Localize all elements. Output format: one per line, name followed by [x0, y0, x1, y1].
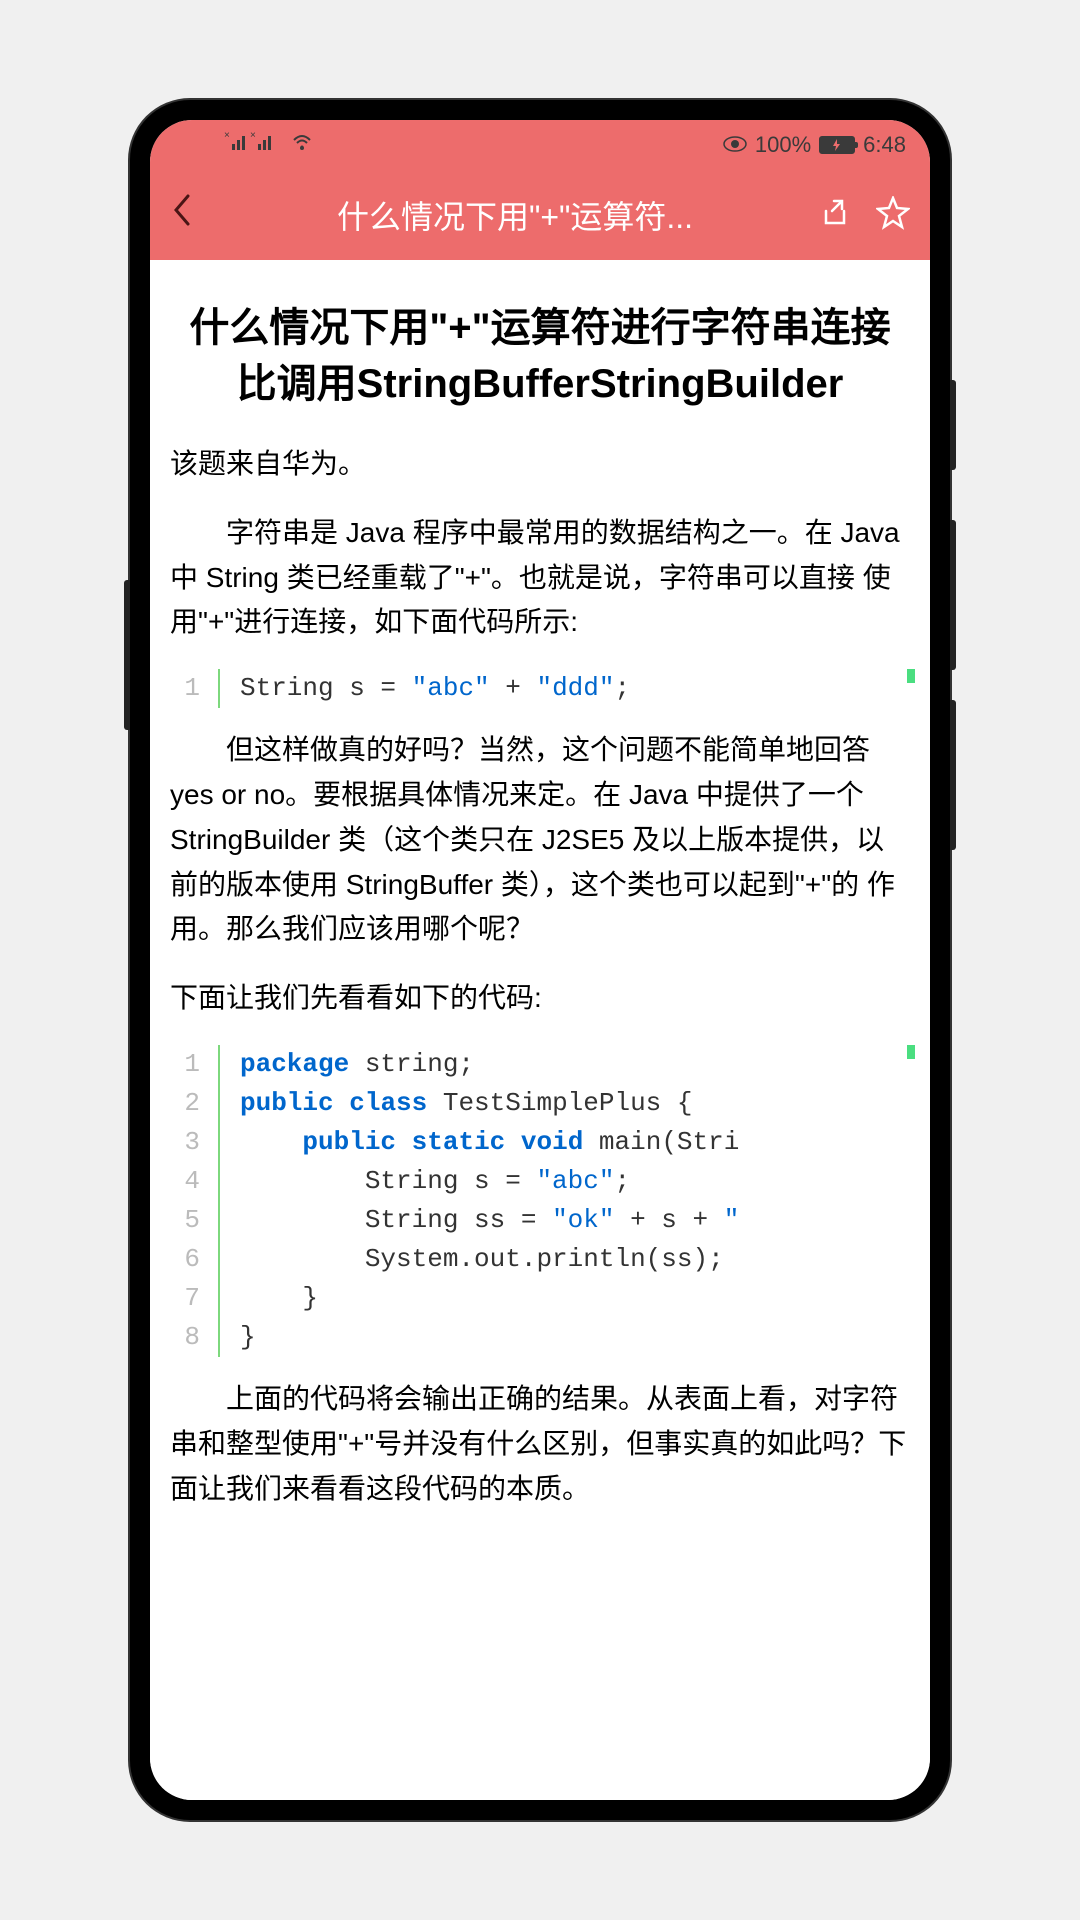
article-paragraph: 字符串是 Java 程序中最常用的数据结构之一。在 Java 中 String …: [170, 511, 910, 645]
article-source: 该题来自华为。: [170, 442, 910, 487]
time-text: 6:48: [863, 132, 906, 158]
line-numbers: 1 2 3 4 5 6 7 8: [170, 1045, 220, 1357]
code-content: package string; public class TestSimpleP…: [220, 1045, 739, 1357]
line-numbers: 1: [170, 669, 220, 708]
app-header: 什么情况下用"+"运算符...: [150, 170, 930, 260]
article-title: 什么情况下用"+"运算符进行字符串连接比调用StringBufferString…: [170, 300, 910, 412]
phone-side-button: [950, 380, 956, 470]
code-marker-icon: [907, 669, 915, 683]
header-title: 什么情况下用"+"运算符...: [210, 192, 820, 238]
article-paragraph: 但这样做真的好吗？当然，这个问题不能简单地回答 yes or no。要根据具体情…: [170, 728, 910, 952]
content-area[interactable]: 什么情况下用"+"运算符进行字符串连接比调用StringBufferString…: [150, 260, 930, 1800]
code-marker-icon: [907, 1045, 915, 1059]
header-actions: [820, 196, 910, 235]
code-content: String s = "abc" + "ddd";: [220, 669, 630, 708]
share-icon[interactable]: [820, 197, 852, 234]
back-button[interactable]: [170, 192, 210, 238]
status-bar: × ×: [150, 120, 930, 170]
signal-icon: × ×: [224, 130, 284, 160]
code-block-1: 1 String s = "abc" + "ddd";: [170, 669, 910, 708]
eye-icon: [723, 132, 747, 158]
battery-percent: 100%: [755, 132, 811, 158]
svg-text:×: ×: [224, 130, 230, 141]
code-block-2: 1 2 3 4 5 6 7 8 package string; public c…: [170, 1045, 910, 1357]
phone-side-button: [950, 700, 956, 850]
star-icon[interactable]: [876, 196, 910, 235]
phone-side-button: [950, 520, 956, 670]
phone-screen: × ×: [150, 120, 930, 1800]
battery-icon: [819, 136, 855, 154]
svg-text:×: ×: [250, 130, 256, 141]
status-left: × ×: [224, 130, 314, 160]
article-paragraph: 上面的代码将会输出正确的结果。从表面上看，对字符串和整型使用"+"号并没有什么区…: [170, 1377, 910, 1511]
phone-side-button: [124, 580, 130, 730]
status-right: 100% 6:48: [723, 132, 906, 158]
wifi-icon: [290, 132, 314, 158]
article-paragraph: 下面让我们先看看如下的代码:: [170, 976, 910, 1021]
phone-frame: × ×: [130, 100, 950, 1820]
